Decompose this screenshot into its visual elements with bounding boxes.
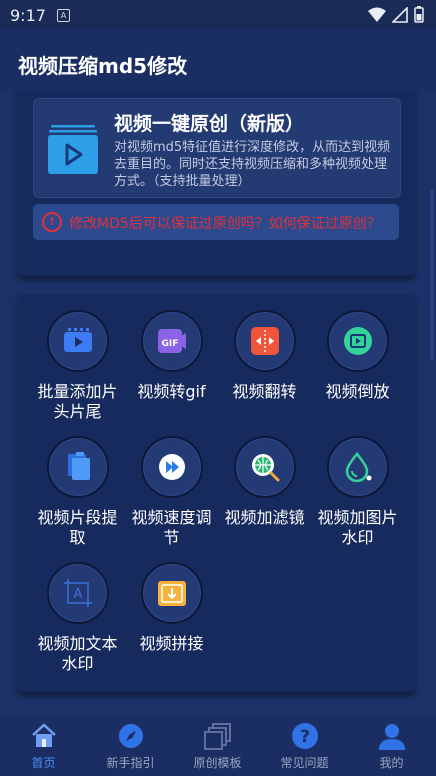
feature-title: 视频一键原创（新版）	[114, 113, 305, 135]
tool-text-watermark[interactable]: A 视频加文本水印	[31, 562, 124, 674]
user-icon	[379, 724, 405, 750]
system-icons	[368, 6, 424, 23]
video-stack-icon	[48, 125, 98, 175]
tab-faq[interactable]: ? 常见问题	[261, 714, 348, 776]
tool-image-watermark[interactable]: 视频加图片水印	[311, 436, 404, 548]
battery-icon	[414, 6, 424, 23]
clip-extract-icon	[67, 452, 90, 480]
tool-batch-intro-outro[interactable]: 批量添加片头片尾	[31, 310, 124, 422]
question-icon: ?	[292, 723, 318, 749]
feature-panel: 视频一键原创（新版） 对视频md5特征值进行深度修改，从而达到视频去重目的。同时…	[18, 90, 415, 276]
svg-text:GIF: GIF	[161, 339, 178, 349]
tab-me[interactable]: 我的	[348, 714, 435, 776]
filter-globe-icon	[251, 454, 279, 482]
page-title: 视频压缩md5修改	[18, 54, 188, 78]
tool-label: 视频片段提取	[37, 508, 118, 547]
status-bar: 9:17 A	[0, 0, 436, 30]
tab-label: 原创模板	[193, 756, 242, 770]
tool-label: 批量添加片头片尾	[37, 382, 118, 421]
flip-icon	[250, 327, 279, 355]
warning-text: 修改MD5后可以保证过原创吗？如何保证过原创？	[69, 216, 381, 232]
tab-home[interactable]: 首页	[0, 714, 87, 776]
tool-video-flip[interactable]: 视频翻转	[218, 310, 311, 402]
video-original-card[interactable]: 视频一键原创（新版） 对视频md5特征值进行深度修改，从而达到视频去重目的。同时…	[33, 98, 401, 198]
tab-templates[interactable]: 原创模板	[174, 714, 261, 776]
home-icon	[32, 723, 56, 747]
tool-label: 视频速度调节	[131, 508, 212, 547]
tab-label: 我的	[379, 756, 404, 770]
tool-video-merge[interactable]: 视频拼接	[125, 562, 218, 654]
svg-text:A: A	[73, 587, 82, 602]
wifi-icon	[368, 7, 386, 22]
signal-icon	[392, 6, 408, 23]
gif-icon: GIF	[157, 329, 186, 353]
feature-description: 对视频md5特征值进行深度修改，从而达到视频去重目的。同时还支持视频压缩和多种视…	[114, 140, 391, 189]
tab-label: 首页	[31, 756, 56, 770]
template-icon	[204, 723, 231, 750]
bottom-tab-bar: 首页 新手指引 原创模板 ? 常见问题 我的	[0, 714, 436, 776]
app-bar: 视频压缩md5修改	[0, 30, 436, 90]
tab-guide[interactable]: 新手指引	[87, 714, 174, 776]
tool-label: 视频倒放	[325, 382, 390, 401]
alert-circle-icon: !	[42, 212, 62, 232]
tool-label: 视频加文本水印	[37, 634, 118, 673]
tool-label: 视频翻转	[232, 382, 297, 401]
tool-clip-extract[interactable]: 视频片段提取	[31, 436, 124, 548]
tool-video-to-gif[interactable]: GIF 视频转gif	[125, 310, 218, 402]
text-watermark-icon: A	[63, 579, 92, 607]
compass-icon	[119, 724, 143, 748]
tool-label: 视频加图片水印	[317, 508, 398, 547]
status-time: 9:17	[10, 6, 46, 25]
svg-text:?: ?	[300, 727, 310, 747]
rewind-play-icon	[343, 327, 372, 355]
tool-speed-adjust[interactable]: 视频速度调节	[125, 436, 218, 548]
merge-icon	[157, 581, 186, 606]
tool-add-filter[interactable]: 视频加滤镜	[218, 436, 311, 528]
main-content[interactable]: 视频一键原创（新版） 对视频md5特征值进行深度修改，从而达到视频去重目的。同时…	[0, 90, 436, 714]
warning-banner[interactable]: ! 修改MD5后可以保证过原创吗？如何保证过原创？	[33, 204, 399, 240]
tool-label: 视频拼接	[139, 634, 204, 653]
tool-video-reverse[interactable]: 视频倒放	[311, 310, 404, 402]
scrollbar[interactable]	[430, 190, 434, 360]
video-play-icon	[63, 328, 92, 352]
notification-icon: A	[57, 9, 70, 22]
tool-label: 视频转gif	[137, 382, 206, 401]
tools-panel: 批量添加片头片尾 GIF 视频转gif 视频翻转 视频倒放 视频片段提取 视频速…	[18, 294, 415, 692]
tab-label: 常见问题	[280, 756, 329, 770]
speed-icon	[158, 454, 185, 480]
image-watermark-icon	[345, 452, 371, 482]
tab-label: 新手指引	[106, 756, 155, 770]
tool-label: 视频加滤镜	[224, 508, 305, 527]
